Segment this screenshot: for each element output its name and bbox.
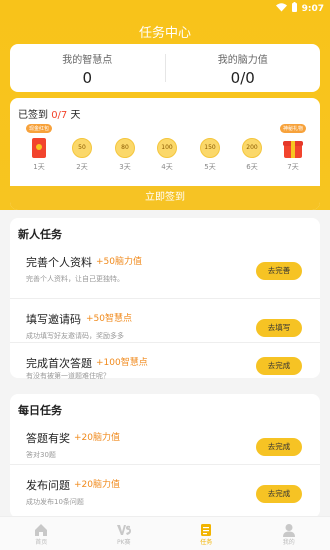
signin-progress: 0/7 <box>51 110 68 121</box>
signin-button[interactable]: 立即签到 <box>10 186 320 210</box>
tab-label: 我的 <box>282 539 295 546</box>
task-icon <box>199 522 213 536</box>
fill-invite-code-button[interactable]: 去填写 <box>256 319 302 337</box>
signin-title-suffix: 天 <box>67 110 81 121</box>
task-reward: +100智慧点 <box>96 358 148 368</box>
tab-label: 任务 <box>200 539 213 546</box>
brain-power-value: 0/0 <box>230 69 255 87</box>
newbie-tasks-title: 新人任务 <box>18 228 62 241</box>
signin-title-prefix: 已签到 <box>18 110 52 121</box>
signin-day-2: 50 2天 <box>67 128 97 172</box>
task-desc: 完善个人资料，让自己更独特。 <box>26 275 124 283</box>
task-post-question: 发布问题 +20脑力值 成功发布10条问题 去完成 <box>10 464 320 518</box>
bottom-tab-bar: 首页 PK赛 任务 我的 <box>0 516 330 550</box>
page-title: 任务中心 <box>138 26 191 41</box>
task-reward: +20脑力值 <box>74 480 120 490</box>
status-time: 9:07 <box>301 3 324 14</box>
day-label: 6天 <box>246 163 258 171</box>
daily-tasks-card: 每日任务 答题有奖 +20脑力值 答对30题 去完成 发布问题 +20脑力值 成… <box>10 394 320 518</box>
signin-card: 已签到 0/7 天 现金红包 1天 50 2天 80 3天 100 4天 150… <box>10 98 320 210</box>
mystery-gift-badge: 神秘礼物 <box>279 124 307 133</box>
coin-icon: 80 <box>115 138 135 158</box>
task-name: 填写邀请码 <box>26 313 81 326</box>
signin-day-7: 神秘礼物 7天 <box>278 124 308 172</box>
task-reward: +20脑力值 <box>74 433 120 443</box>
task-name: 答题有奖 <box>26 432 70 445</box>
tab-tasks[interactable]: 任务 <box>165 517 248 550</box>
coin-icon: 100 <box>157 138 177 158</box>
stats-card: 我的智慧点 0 我的脑力值 0/0 <box>10 44 320 92</box>
brain-power-stat[interactable]: 我的脑力值 0/0 <box>166 44 321 92</box>
task-name: 发布问题 <box>26 479 70 492</box>
signin-days: 现金红包 1天 50 2天 80 3天 100 4天 150 5天 200 6天… <box>10 124 320 178</box>
tab-label: PK赛 <box>116 539 131 546</box>
signin-day-6: 200 6天 <box>237 128 267 172</box>
battery-icon <box>291 2 298 15</box>
answer-reward-button[interactable]: 去完成 <box>256 438 302 456</box>
signin-day-3: 80 3天 <box>110 128 140 172</box>
first-answer-button[interactable]: 去完成 <box>256 357 302 375</box>
cash-redpack-badge: 现金红包 <box>25 124 53 133</box>
coin-icon: 150 <box>200 138 220 158</box>
wifi-icon <box>275 2 287 15</box>
tab-label: 首页 <box>35 539 48 546</box>
signin-day-1: 现金红包 1天 <box>24 124 54 172</box>
vs-icon <box>116 522 131 536</box>
day-label: 4天 <box>161 163 173 171</box>
brain-power-label: 我的脑力值 <box>217 55 268 66</box>
task-desc: 有没有被第一道题难住呢？ <box>26 372 110 380</box>
red-envelope-icon <box>32 138 46 158</box>
day-label: 1天 <box>33 163 45 171</box>
day-label: 5天 <box>204 163 216 171</box>
day-label: 7天 <box>287 163 299 171</box>
day-label: 3天 <box>119 163 131 171</box>
task-name: 完善个人资料 <box>26 256 92 269</box>
task-first-answer: 完成首次答题 +100智慧点 有没有被第一道题难住呢？ 去完成 <box>10 342 320 380</box>
task-reward: +50智慧点 <box>86 314 132 324</box>
newbie-tasks-card: 新人任务 完善个人资料 +50脑力值 完善个人资料，让自己更独特。 去完善 填写… <box>10 218 320 380</box>
daily-tasks-title: 每日任务 <box>18 404 62 417</box>
task-desc: 成功发布10条问题 <box>26 498 84 506</box>
day-label: 2天 <box>76 163 88 171</box>
tab-pk[interactable]: PK赛 <box>83 517 166 550</box>
profile-icon <box>282 522 296 537</box>
signin-title: 已签到 0/7 天 <box>18 106 80 121</box>
coin-icon: 50 <box>72 138 92 158</box>
complete-profile-button[interactable]: 去完善 <box>256 262 302 280</box>
task-name: 完成首次答题 <box>26 357 92 370</box>
task-reward: +50脑力值 <box>96 257 142 267</box>
signin-day-5: 150 5天 <box>195 128 225 172</box>
tab-profile[interactable]: 我的 <box>248 517 330 550</box>
tab-home[interactable]: 首页 <box>0 517 83 550</box>
coin-icon: 200 <box>242 138 262 158</box>
signin-day-4: 100 4天 <box>152 128 182 172</box>
home-icon <box>34 522 48 536</box>
gift-icon <box>283 138 303 158</box>
task-desc: 答对30题 <box>26 451 56 459</box>
wisdom-points-stat[interactable]: 我的智慧点 0 <box>10 44 165 92</box>
status-bar: 9:07 <box>0 0 330 16</box>
wisdom-points-value: 0 <box>82 69 93 87</box>
task-desc: 成功填写好友邀请码，奖励多多 <box>26 332 124 340</box>
wisdom-points-label: 我的智慧点 <box>62 55 113 66</box>
task-complete-profile: 完善个人资料 +50脑力值 完善个人资料，让自己更独特。 去完善 <box>10 242 320 298</box>
post-question-button[interactable]: 去完成 <box>256 485 302 503</box>
